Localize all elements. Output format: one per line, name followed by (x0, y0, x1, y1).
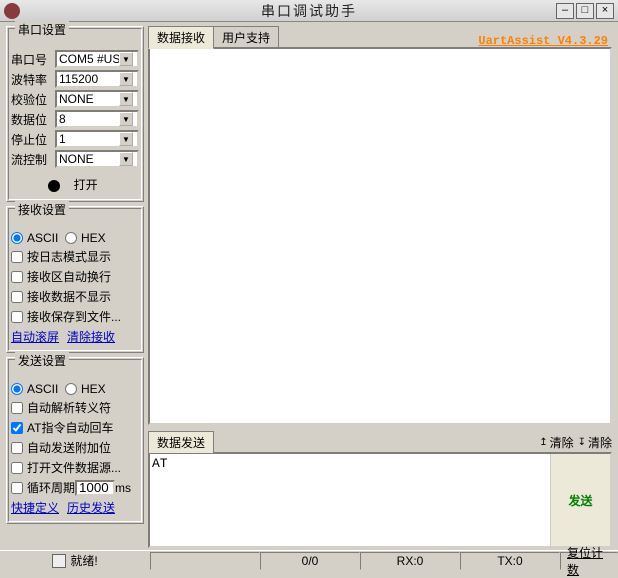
recv-hex-label: HEX (81, 231, 106, 245)
replug-icon (52, 554, 66, 568)
reset-counter-button[interactable]: 复位计数 (560, 552, 618, 570)
atcr-checkbox[interactable] (11, 422, 23, 434)
clear-up-button[interactable]: ↥清除 (539, 434, 573, 451)
chevron-down-icon[interactable]: ▼ (119, 52, 133, 66)
clear-recv-link[interactable]: 清除接收 (67, 328, 115, 345)
append-label: 自动发送附加位 (27, 439, 111, 456)
escape-label: 自动解析转义符 (27, 399, 111, 416)
send-legend: 发送设置 (15, 352, 69, 369)
shortcut-link[interactable]: 快捷定义 (11, 499, 59, 516)
send-button[interactable]: 发送 (550, 454, 610, 546)
hidedata-checkbox[interactable] (11, 291, 23, 303)
arrow-down-icon: ↧ (578, 437, 586, 448)
logmode-label: 按日志模式显示 (27, 248, 111, 265)
savefile-checkbox[interactable] (11, 311, 23, 323)
loop-checkbox[interactable] (11, 482, 23, 494)
open-port-button[interactable]: 打开 (70, 174, 102, 195)
autowrap-label: 接收区自动换行 (27, 268, 111, 285)
status-ready: 就绪! (70, 552, 97, 569)
ms-label: ms (115, 481, 131, 495)
clear-down-button[interactable]: ↧清除 (578, 434, 612, 451)
send-hex-label: HEX (81, 382, 106, 396)
loop-label: 循环周期 (27, 479, 75, 496)
send-settings-group: 发送设置 ASCII HEX 自动解析转义符 AT指令自动回车 自动发送附加位 … (6, 357, 144, 524)
recv-settings-group: 接收设置 ASCII HEX 按日志模式显示 接收区自动换行 接收数据不显示 接… (6, 206, 144, 353)
tab-data-send[interactable]: 数据发送 (148, 431, 214, 453)
flow-label: 流控制 (11, 151, 51, 168)
autowrap-checkbox[interactable] (11, 271, 23, 283)
chevron-down-icon[interactable]: ▼ (119, 152, 133, 166)
arrow-up-icon: ↥ (539, 437, 547, 448)
chevron-down-icon[interactable]: ▼ (119, 92, 133, 106)
chevron-down-icon[interactable]: ▼ (119, 112, 133, 126)
baud-label: 波特率 (11, 71, 51, 88)
logmode-checkbox[interactable] (11, 251, 23, 263)
recv-hex-radio[interactable] (65, 232, 77, 244)
serial-legend: 串口设置 (15, 21, 69, 38)
chevron-down-icon[interactable]: ▼ (119, 132, 133, 146)
app-icon (4, 3, 20, 19)
savefile-label: 接收保存到文件... (27, 308, 121, 325)
atcr-label: AT指令自动回车 (27, 419, 113, 436)
maximize-button[interactable]: □ (576, 3, 594, 19)
autoscroll-link[interactable]: 自动滚屏 (11, 328, 59, 345)
loop-period-input[interactable] (75, 480, 115, 496)
send-ascii-label: ASCII (27, 382, 58, 396)
minimize-button[interactable]: – (556, 3, 574, 19)
send-hex-radio[interactable] (65, 383, 77, 395)
port-label: 串口号 (11, 51, 51, 68)
window-title: 串口调试助手 (261, 1, 357, 21)
status-indicator-icon (48, 180, 60, 192)
tab-data-recv[interactable]: 数据接收 (148, 26, 214, 49)
chevron-down-icon[interactable]: ▼ (119, 72, 133, 86)
serial-settings-group: 串口设置 串口号 COM5 #US ▼ 波特率 115200 ▼ 校验位 NON… (6, 26, 144, 202)
send-ascii-radio[interactable] (11, 383, 23, 395)
hidedata-label: 接收数据不显示 (27, 288, 111, 305)
recv-legend: 接收设置 (15, 201, 69, 218)
databits-label: 数据位 (11, 111, 51, 128)
tab-user-support[interactable]: 用户支持 (213, 26, 279, 48)
recv-textarea[interactable] (148, 47, 612, 425)
status-rx: RX:0 (360, 552, 460, 570)
version-link[interactable]: UartAssist V4.3.29 (478, 34, 612, 48)
escape-checkbox[interactable] (11, 402, 23, 414)
close-button[interactable]: × (596, 3, 614, 19)
stopbits-label: 停止位 (11, 131, 51, 148)
openfile-label: 打开文件数据源... (27, 459, 121, 476)
recv-ascii-label: ASCII (27, 231, 58, 245)
send-textarea[interactable]: AT (150, 454, 550, 546)
recv-ascii-radio[interactable] (11, 232, 23, 244)
append-checkbox[interactable] (11, 442, 23, 454)
parity-label: 校验位 (11, 91, 51, 108)
status-pages: 0/0 (260, 552, 360, 570)
openfile-checkbox[interactable] (11, 462, 23, 474)
status-tx: TX:0 (460, 552, 560, 570)
history-link[interactable]: 历史发送 (67, 499, 115, 516)
